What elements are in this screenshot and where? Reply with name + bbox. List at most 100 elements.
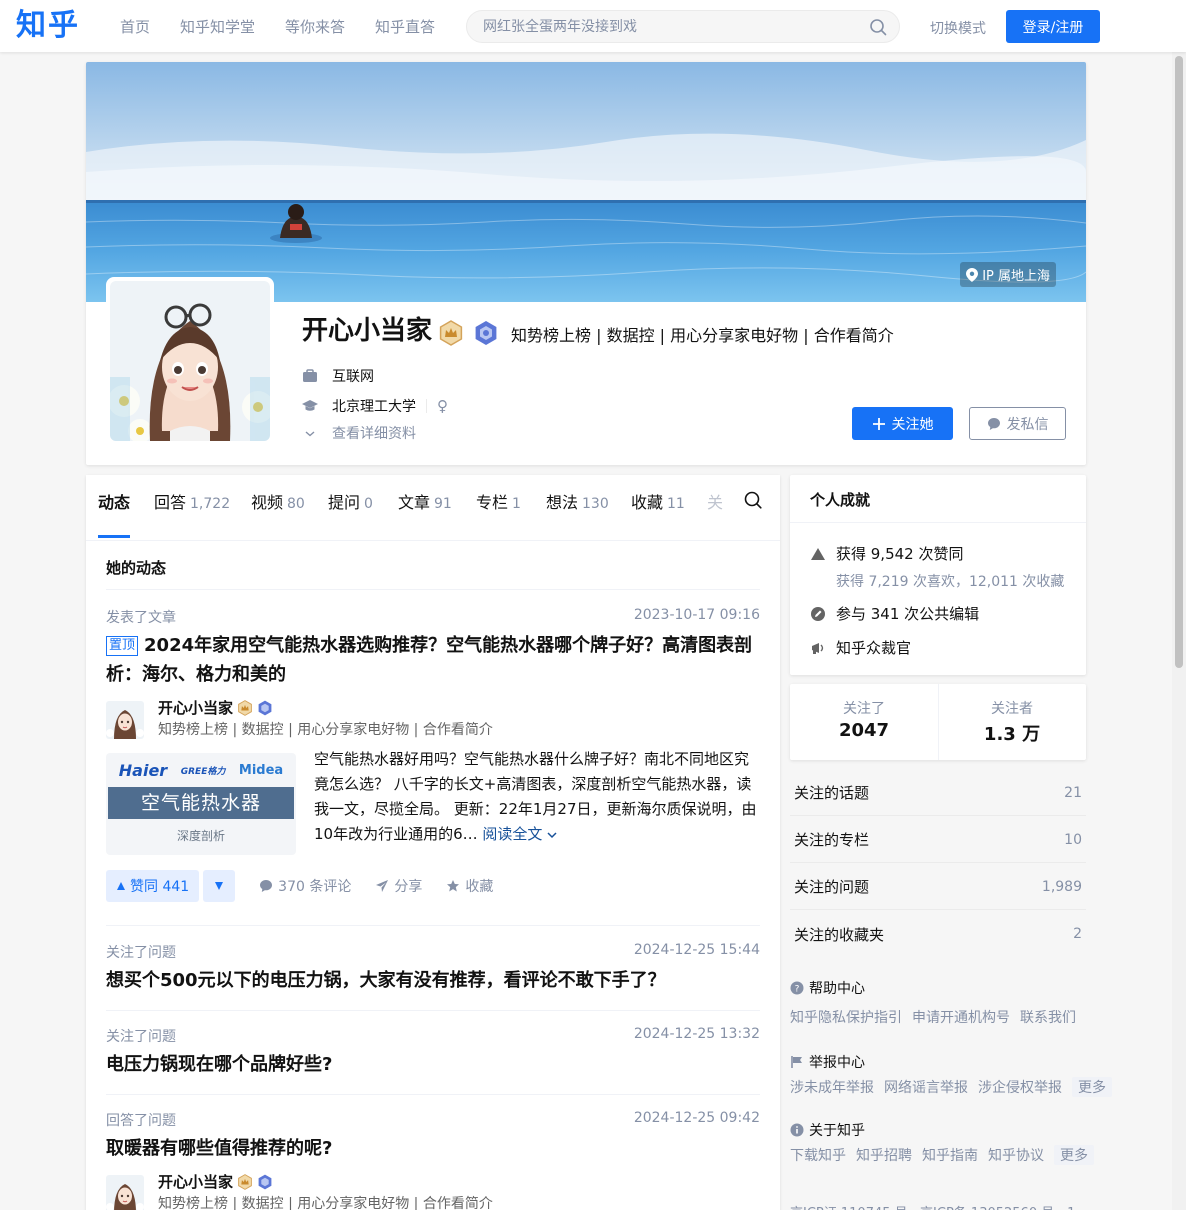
followed-columns-link[interactable]: 关注的专栏 10 bbox=[790, 817, 1086, 863]
tab-questions[interactable]: 提问 0 bbox=[328, 489, 373, 513]
tab-collections[interactable]: 收藏 11 bbox=[631, 489, 685, 513]
tab-label: 视频 bbox=[251, 493, 284, 512]
page-scrollbar[interactable] bbox=[1172, 52, 1186, 1210]
report-more-button[interactable]: 更多 bbox=[1072, 1077, 1112, 1097]
login-register-button[interactable]: 登录/注册 bbox=[1006, 10, 1100, 43]
careers-link[interactable]: 知乎招聘 bbox=[856, 1145, 912, 1165]
upvote-button[interactable]: 赞同 441 bbox=[106, 870, 200, 902]
followers-label: 关注者 bbox=[991, 701, 1033, 717]
scrollbar-thumb[interactable] bbox=[1175, 56, 1183, 668]
tab-thoughts[interactable]: 想法 130 bbox=[546, 489, 609, 513]
author-name: 开心小当家 bbox=[158, 699, 234, 717]
guide-link[interactable]: 知乎指南 bbox=[922, 1145, 978, 1165]
article-thumbnail[interactable]: Haier GREE格力 Midea 空气能热水器 深度剖析 bbox=[106, 753, 296, 855]
feed-meta: 关注了问题 2024-12-25 13:32 bbox=[106, 1026, 760, 1046]
followers-count: 1.3 万 bbox=[983, 724, 1041, 745]
nav-waiting-answers[interactable]: 等你来答 bbox=[285, 16, 345, 37]
location-pin-icon bbox=[966, 267, 979, 282]
followers-stat[interactable]: 关注者 1.3 万 bbox=[938, 684, 1086, 760]
following-stat[interactable]: 关注了 2047 bbox=[790, 684, 938, 760]
feed-action: 关注了问题 bbox=[106, 945, 176, 961]
industry-row: 互联网 bbox=[302, 366, 374, 386]
upvote-icon bbox=[811, 547, 825, 560]
followed-questions-link[interactable]: 关注的问题 1,989 bbox=[790, 864, 1086, 910]
nav-zhida[interactable]: 知乎直答 bbox=[375, 16, 435, 37]
likes-row: 获得 9,542 次赞同 bbox=[810, 543, 963, 564]
search-icon[interactable] bbox=[744, 491, 762, 509]
list-label: 关注的话题 bbox=[794, 784, 870, 802]
report-center-heading[interactable]: 举报中心 bbox=[790, 1052, 865, 1072]
privacy-guide-link[interactable]: 知乎隐私保护指引 bbox=[790, 1007, 902, 1027]
author-name-row[interactable]: 开心小当家 bbox=[158, 697, 273, 718]
tab-columns[interactable]: 专栏 1 bbox=[476, 489, 521, 513]
tab-videos[interactable]: 视频 80 bbox=[251, 489, 305, 513]
agreement-link[interactable]: 知乎协议 bbox=[988, 1145, 1044, 1165]
industry-text: 互联网 bbox=[332, 369, 374, 385]
mode-switch-button[interactable]: 切换模式 bbox=[930, 18, 986, 38]
downvote-button[interactable] bbox=[203, 870, 236, 902]
search-input[interactable] bbox=[483, 11, 863, 42]
judge-row[interactable]: 知乎众裁官 bbox=[810, 637, 911, 658]
followed-collections-link[interactable]: 关注的收藏夹 2 bbox=[790, 911, 1086, 957]
tab-label: 关 bbox=[707, 493, 724, 512]
about-more-button[interactable]: 更多 bbox=[1054, 1145, 1094, 1165]
profile-main-column: 动态 回答 1,722 视频 80 提问 0 文章 91 专栏 1 想法 130 收藏 11 … bbox=[86, 475, 780, 1210]
follow-button[interactable]: 关注她 bbox=[852, 407, 953, 440]
tab-following[interactable]: 关 bbox=[707, 489, 723, 513]
minor-report-link[interactable]: 涉未成年举报 bbox=[790, 1077, 874, 1097]
profile-name: 开心小当家 bbox=[302, 316, 433, 346]
feed-title[interactable]: 取暖器有哪些值得推荐的呢? bbox=[106, 1134, 760, 1163]
feed-time: 2024-12-25 09:42 bbox=[633, 1110, 760, 1126]
verified-badge-icon[interactable] bbox=[473, 320, 499, 346]
ip-location-badge: IP 属地上海 bbox=[960, 262, 1056, 287]
author-info: 开心小当家 知势榜上榜 | 数据控 | 用心分享家电好物 | 合作看简介 bbox=[106, 697, 760, 741]
svg-text:?: ? bbox=[795, 985, 800, 995]
enterprise-report-link[interactable]: 涉企侵权举报 bbox=[978, 1077, 1062, 1097]
feed-actions: 赞同 441 370 条评论 分享 收藏 bbox=[106, 869, 760, 903]
collect-button[interactable]: 收藏 bbox=[446, 876, 493, 896]
zhihu-logo[interactable]: 知乎 bbox=[16, 8, 80, 44]
female-gender-icon: ♀ bbox=[437, 397, 448, 415]
feed-title[interactable]: 电压力锅现在哪个品牌好些? bbox=[106, 1050, 760, 1079]
author-avatar[interactable] bbox=[106, 701, 144, 739]
send-message-button[interactable]: 发私信 bbox=[969, 407, 1066, 440]
tab-articles[interactable]: 文章 91 bbox=[398, 489, 452, 513]
org-account-link[interactable]: 申请开通机构号 bbox=[912, 1007, 1010, 1027]
comments-button[interactable]: 370 条评论 bbox=[259, 876, 351, 896]
about-links: 下载知乎 知乎招聘 知乎指南 知乎协议 更多 bbox=[790, 1145, 1094, 1165]
feed-title-text: 2024年家用空气能热水器选购推荐？空气能热水器哪个牌子好？高清图表剖析：海尔、… bbox=[106, 635, 753, 685]
share-icon bbox=[376, 880, 389, 892]
download-app-link[interactable]: 下载知乎 bbox=[790, 1145, 846, 1165]
about-heading[interactable]: 关于知乎 bbox=[790, 1120, 865, 1140]
feed-excerpt[interactable]: 空气能热水器好用吗？空气能热水器什么牌子好？南北不同地区究竟怎么选？ 八千字的长… bbox=[314, 747, 760, 847]
read-more-link[interactable]: 阅读全文 bbox=[482, 825, 557, 843]
followed-topics-link[interactable]: 关注的话题 21 bbox=[790, 770, 1086, 816]
tab-answers[interactable]: 回答 1,722 bbox=[154, 489, 230, 513]
nav-home[interactable]: 首页 bbox=[120, 16, 150, 37]
share-button[interactable]: 分享 bbox=[375, 876, 422, 896]
cover-image bbox=[86, 62, 1086, 302]
achievements-card: 个人成就 获得 9,542 次赞同 获得 7,219 次喜欢，12,011 次收… bbox=[790, 475, 1086, 675]
crown-badge-icon[interactable] bbox=[438, 320, 464, 346]
feed-item: 关注了问题 2024-12-25 15:44 想买个500元以下的电压力锅，大家… bbox=[106, 942, 760, 995]
contact-us-link[interactable]: 联系我们 bbox=[1020, 1007, 1076, 1027]
share-label: 分享 bbox=[394, 879, 423, 895]
help-center-heading[interactable]: ? 帮助中心 bbox=[790, 978, 865, 998]
verified-badge-icon bbox=[258, 1174, 272, 1189]
nav-zhixuetang[interactable]: 知乎知学堂 bbox=[180, 16, 255, 37]
search-box bbox=[466, 10, 900, 43]
avatar[interactable] bbox=[106, 277, 274, 445]
thumbnail-subtitle: 深度剖析 bbox=[176, 829, 225, 843]
list-label: 关注的收藏夹 bbox=[794, 925, 885, 944]
tab-activity[interactable]: 动态 bbox=[98, 489, 130, 513]
search-icon[interactable] bbox=[869, 18, 887, 36]
author-avatar[interactable] bbox=[106, 1175, 144, 1210]
view-details-link[interactable]: 查看详细资料 bbox=[302, 423, 416, 443]
author-name-row[interactable]: 开心小当家 bbox=[158, 1171, 273, 1192]
feed-title[interactable]: 想买个500元以下的电压力锅，大家有没有推荐，看评论不敢下手了？ bbox=[106, 966, 760, 995]
triangle-up-icon bbox=[117, 882, 125, 890]
feed-item: 关注了问题 2024-12-25 13:32 电压力锅现在哪个品牌好些? bbox=[106, 1026, 760, 1079]
rumor-report-link[interactable]: 网络谣言举报 bbox=[884, 1077, 968, 1097]
main-nav: 首页 知乎知学堂 等你来答 知乎直答 bbox=[120, 0, 465, 52]
feed-title[interactable]: 置顶 2024年家用空气能热水器选购推荐？空气能热水器哪个牌子好？高清图表剖析：海… bbox=[106, 631, 760, 689]
